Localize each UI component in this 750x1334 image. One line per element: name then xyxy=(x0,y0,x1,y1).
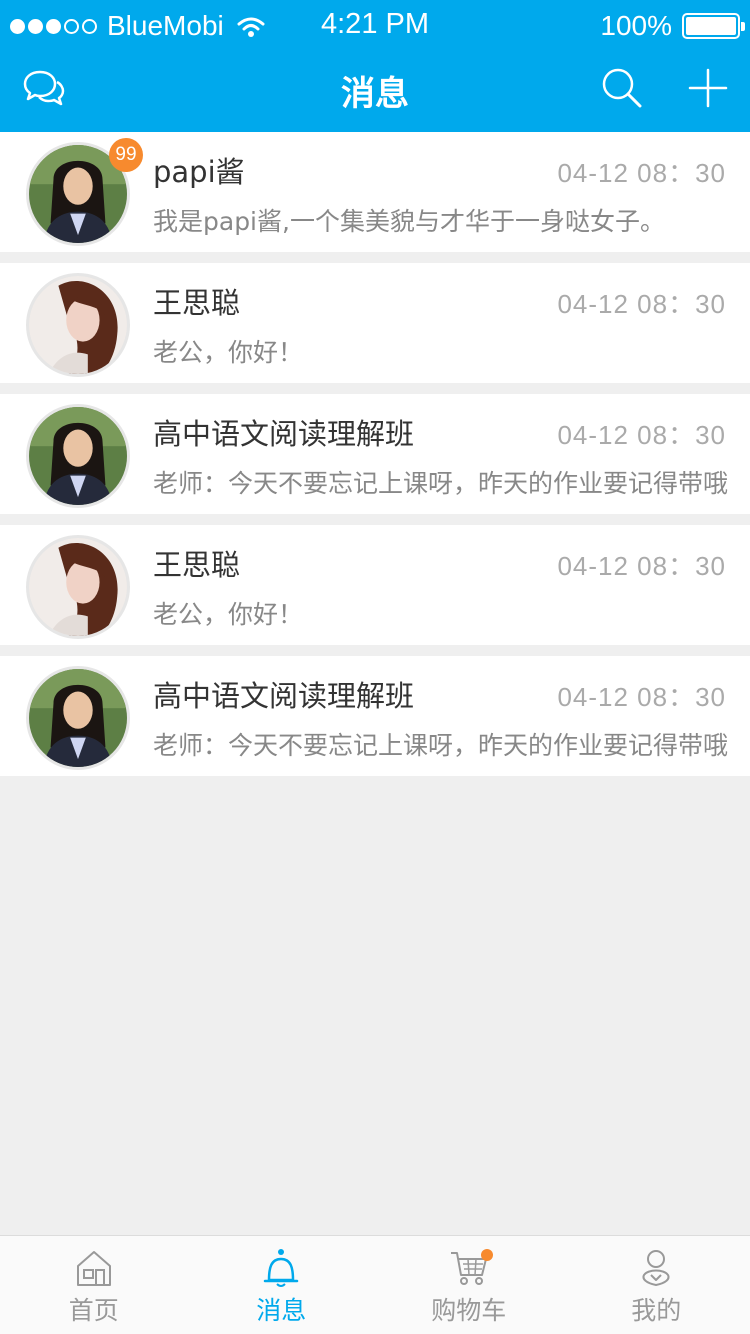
message-time: 04-12 08：30 xyxy=(557,682,726,712)
contact-name: 王思聪 xyxy=(153,548,241,582)
home-icon xyxy=(74,1248,114,1288)
message-item[interactable]: 王思聪 04-12 08：30 老公，你好！ xyxy=(0,263,750,383)
plus-icon[interactable] xyxy=(686,66,730,110)
contact-name: 高中语文阅读理解班 xyxy=(153,417,415,451)
contact-name: 高中语文阅读理解班 xyxy=(153,679,415,713)
message-preview: 老公，你好！ xyxy=(153,338,304,367)
avatar[interactable] xyxy=(26,404,130,508)
search-icon[interactable] xyxy=(600,66,644,110)
message-time: 04-12 08：30 xyxy=(557,158,726,188)
tab-bar: 首页 消息 购物车 我的 xyxy=(0,1235,750,1334)
message-preview: 老师：今天不要忘记上课呀，昨天的作业要记得带哦 xyxy=(153,469,729,498)
tab-messages[interactable]: 消息 xyxy=(188,1236,376,1334)
status-bar: BlueMobi 4:21 PM 100% xyxy=(0,0,750,50)
tab-label: 消息 xyxy=(256,1296,307,1325)
unread-badge: 99 xyxy=(109,138,143,172)
avatar[interactable] xyxy=(26,535,130,639)
battery-icon xyxy=(682,13,745,39)
message-list: 99 papi酱 04-12 08：30 我是papi酱,一个集美貌与才华于一身… xyxy=(0,132,750,787)
tab-home[interactable]: 首页 xyxy=(0,1236,188,1334)
cart-notification-dot xyxy=(480,1249,493,1261)
message-preview: 老师：今天不要忘记上课呀，昨天的作业要记得带哦 xyxy=(153,731,729,760)
message-item[interactable]: 高中语文阅读理解班 04-12 08：30 老师：今天不要忘记上课呀，昨天的作业… xyxy=(0,394,750,514)
tab-label: 购物车 xyxy=(431,1296,507,1325)
header: BlueMobi 4:21 PM 100% 消息 xyxy=(0,0,750,132)
tab-profile[interactable]: 我的 xyxy=(563,1236,750,1334)
message-time: 04-12 08：30 xyxy=(557,420,726,450)
avatar[interactable] xyxy=(26,273,130,377)
message-preview: 我是papi酱,一个集美貌与才华于一身哒女子。 xyxy=(153,207,665,236)
status-right: 100% xyxy=(600,10,745,42)
tab-cart[interactable]: 购物车 xyxy=(375,1236,563,1334)
message-preview: 老公，你好！ xyxy=(153,600,304,629)
battery-percent: 100% xyxy=(600,10,672,41)
user-icon xyxy=(636,1248,676,1288)
contact-name: papi酱 xyxy=(153,155,245,189)
message-item[interactable]: 99 papi酱 04-12 08：30 我是papi酱,一个集美貌与才华于一身… xyxy=(0,132,750,252)
avatar[interactable] xyxy=(26,666,130,770)
tab-label: 我的 xyxy=(631,1296,682,1325)
message-time: 04-12 08：30 xyxy=(557,551,726,581)
contact-name: 王思聪 xyxy=(153,286,241,320)
tab-label: 首页 xyxy=(68,1296,119,1325)
bell-icon xyxy=(261,1248,301,1288)
message-time: 04-12 08：30 xyxy=(557,289,726,319)
message-item[interactable]: 高中语文阅读理解班 04-12 08：30 老师：今天不要忘记上课呀，昨天的作业… xyxy=(0,656,750,776)
message-item[interactable]: 王思聪 04-12 08：30 老公，你好！ xyxy=(0,525,750,645)
